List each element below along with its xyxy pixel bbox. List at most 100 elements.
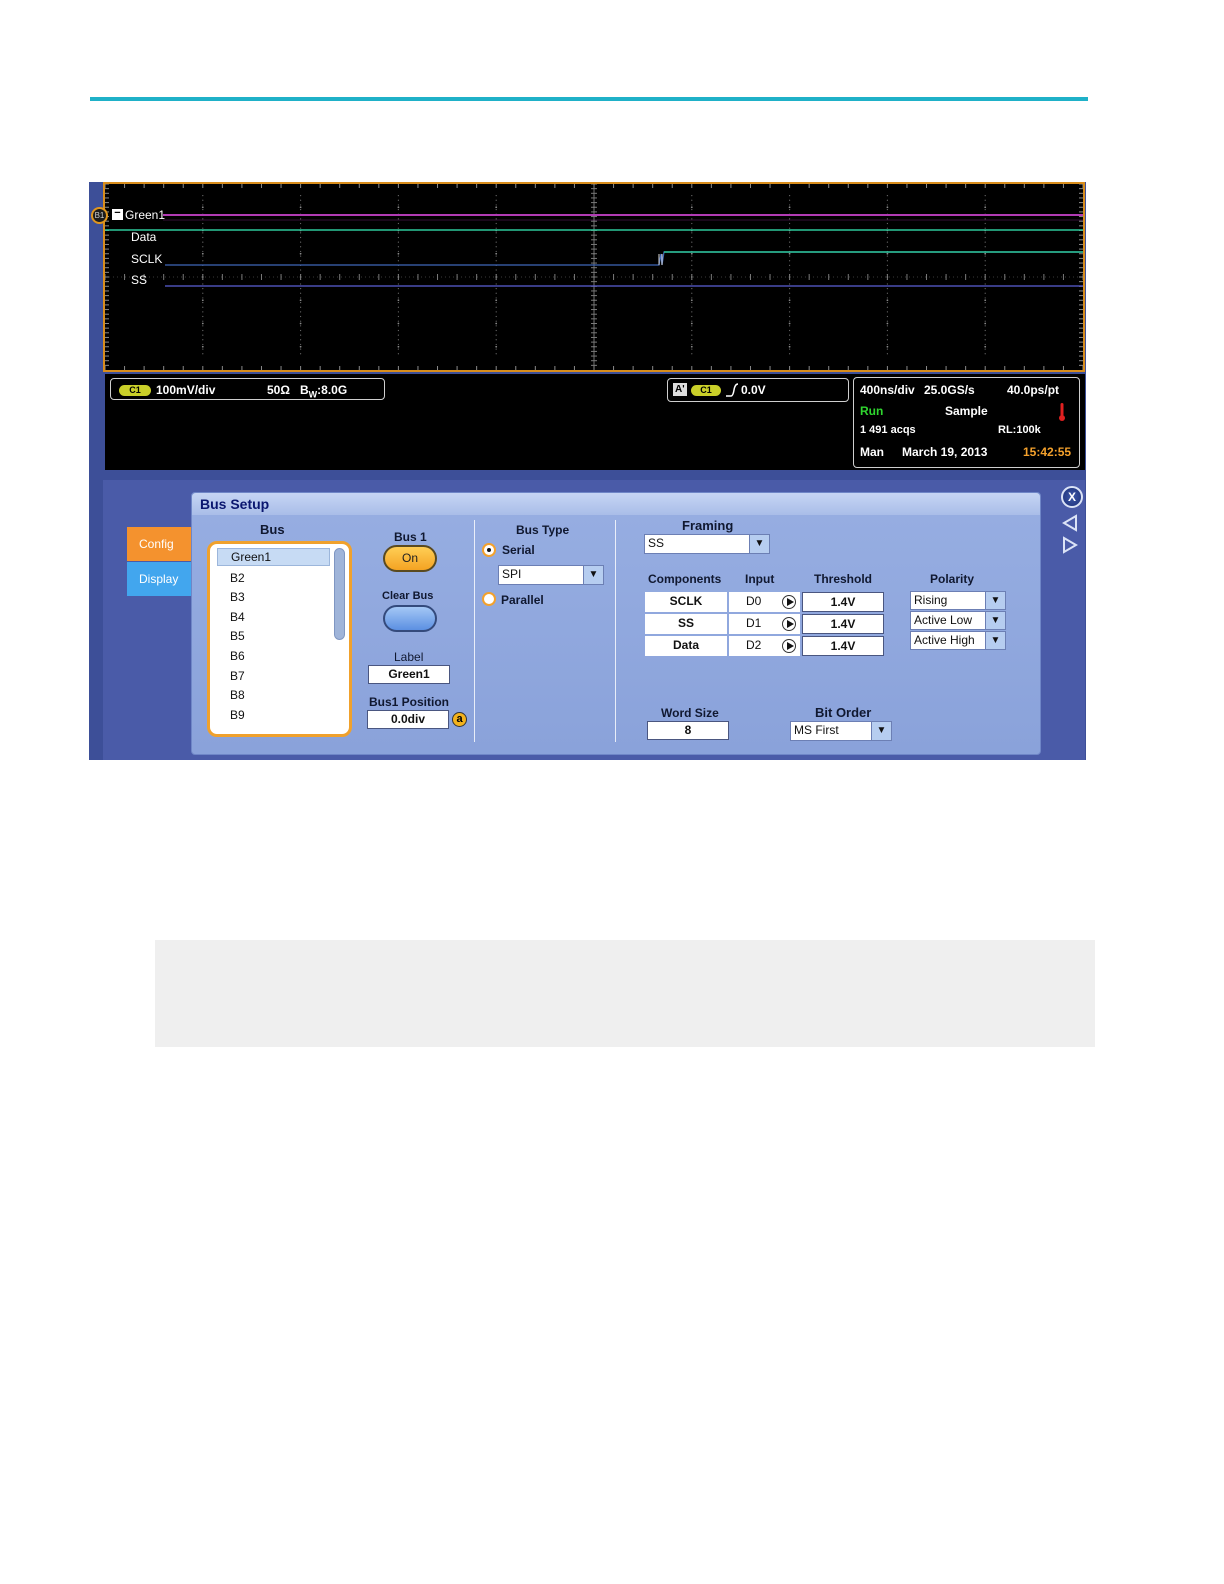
grid-dot [789, 343, 791, 346]
grid-dot [397, 306, 399, 308]
play-icon[interactable] [782, 639, 796, 653]
list-item[interactable]: B5 [230, 629, 245, 643]
grid-dot [397, 246, 399, 248]
grid-dot [397, 325, 399, 327]
grid-dot [788, 322, 791, 325]
grid-dot [397, 255, 399, 257]
bus-header: Bus [260, 522, 285, 537]
polarity-dropdown[interactable]: Rising ▼ [910, 591, 1006, 610]
grid-dot [984, 299, 987, 302]
bus-badge[interactable]: B1 [91, 207, 108, 224]
list-item[interactable]: B6 [230, 649, 245, 663]
column-divider [615, 520, 616, 742]
polarity-dropdown[interactable]: Active High ▼ [910, 631, 1006, 650]
list-item[interactable]: B7 [230, 669, 245, 683]
grid-dot [300, 353, 302, 355]
grid-dot [691, 325, 693, 327]
grid-dot [397, 260, 399, 262]
grid-dot [300, 255, 302, 257]
grid-dot [691, 241, 693, 243]
bus-position-field[interactable]: 0.0div [367, 710, 449, 729]
list-item-selected[interactable]: Green1 [217, 548, 330, 566]
grid-dot [202, 283, 204, 285]
expand-right-icon[interactable] [1061, 536, 1079, 554]
grid-dot [495, 236, 497, 239]
protocol-dropdown[interactable]: SPI ▼ [498, 565, 604, 585]
grid-dot [691, 195, 693, 197]
grid-dot [789, 222, 791, 225]
grid-dot [984, 206, 987, 209]
grid-dot [397, 227, 399, 229]
waveform-graticule[interactable] [103, 182, 1085, 372]
framing-value: SS [648, 536, 665, 550]
serial-radio[interactable] [482, 543, 496, 557]
vertical-scale: 100mV/div [156, 383, 216, 397]
threshold-field[interactable]: 1.4V [802, 592, 884, 612]
list-item[interactable]: B2 [230, 571, 245, 585]
grid-dot [300, 227, 302, 229]
grid-dot [886, 353, 889, 355]
grid-dot [691, 334, 693, 336]
grid-dot [984, 353, 986, 355]
tab-display[interactable]: Display [127, 562, 191, 596]
collapse-icon[interactable]: − [112, 208, 123, 220]
grid-dot [984, 329, 986, 332]
threshold-field[interactable]: 1.4V [802, 614, 884, 634]
sclk-trace-low [165, 251, 1083, 266]
bus-on-button[interactable]: On [383, 545, 437, 572]
grid-dot [789, 306, 791, 308]
list-item[interactable]: B4 [230, 610, 245, 624]
bus-list-scrollbar[interactable] [334, 548, 345, 640]
grid-dot [789, 232, 791, 234]
grid-dot [495, 311, 497, 313]
list-item[interactable]: B8 [230, 688, 245, 702]
grid-dot [397, 232, 399, 234]
grid-dot [789, 315, 791, 318]
word-size-field[interactable]: 8 [647, 721, 729, 740]
list-item[interactable]: B3 [230, 590, 245, 604]
list-item[interactable]: B9 [230, 708, 245, 722]
polarity-dropdown[interactable]: Active Low ▼ [910, 611, 1006, 630]
grid-dot [984, 208, 986, 211]
grid-dot [495, 199, 497, 201]
bus-list[interactable]: Green1 B2 B3 B4 B5 B6 B7 B8 B9 [207, 541, 352, 737]
grid-dot [691, 297, 693, 299]
clear-bus-button[interactable] [383, 605, 437, 632]
multipurpose-knob-a-icon[interactable]: a [452, 712, 467, 727]
tab-config[interactable]: Config [127, 527, 191, 561]
parallel-radio[interactable] [482, 592, 496, 606]
grid-dot [886, 292, 889, 294]
grid-dot [300, 260, 302, 262]
grid-dot [300, 348, 302, 350]
grid-dot [397, 329, 399, 332]
grid-dot [789, 227, 791, 229]
bus-name-label: Green1 [125, 208, 166, 222]
column-divider [474, 520, 475, 742]
grid-dot [886, 311, 889, 313]
framing-dropdown[interactable]: SS ▼ [644, 534, 770, 554]
bus-label-field[interactable]: Green1 [368, 665, 450, 684]
grid-dot [300, 222, 302, 225]
grid-dot [397, 334, 399, 336]
grid-dot [202, 315, 204, 318]
grid-dot [984, 232, 986, 234]
grid-dot [984, 222, 986, 225]
grid-dot [984, 301, 986, 304]
collapse-left-icon[interactable] [1061, 514, 1079, 532]
grid-dot [202, 348, 204, 350]
grid-dot [299, 252, 302, 255]
threshold-field[interactable]: 1.4V [802, 636, 884, 656]
grid-dot [984, 315, 986, 318]
play-icon[interactable] [782, 617, 796, 631]
grid-dot [495, 299, 498, 302]
close-button[interactable]: X [1061, 486, 1083, 508]
grid-dot [397, 311, 399, 313]
bit-order-dropdown[interactable]: MS First ▼ [790, 721, 892, 741]
grid-dot [201, 252, 204, 255]
grid-dot [690, 252, 693, 255]
grid-dot [886, 334, 889, 336]
table-row-name: SS [645, 614, 727, 634]
record-length: RL:100k [998, 424, 1041, 436]
grid-dot [202, 288, 204, 290]
play-icon[interactable] [782, 595, 796, 609]
